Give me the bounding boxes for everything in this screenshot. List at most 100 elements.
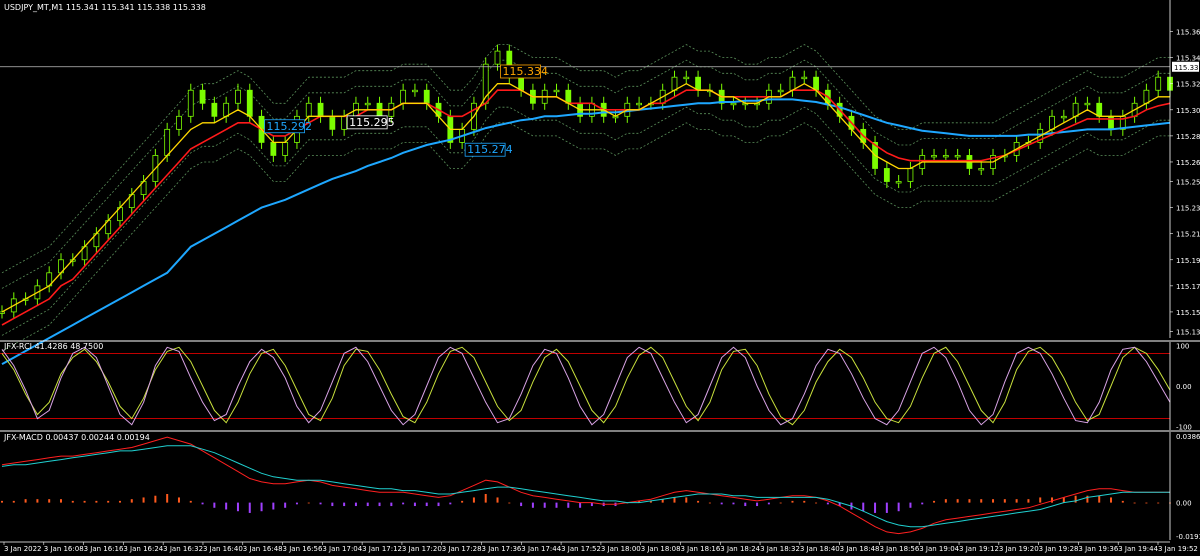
macd-histogram-bar — [673, 497, 676, 503]
macd-histogram-bar — [95, 500, 98, 503]
price-tick-label: 115.230 — [1176, 205, 1200, 213]
price-tag-label: 115.274 — [467, 143, 513, 156]
macd-histogram-bar — [708, 502, 711, 504]
macd-histogram-bar — [284, 502, 287, 508]
price-tick-label: 115.170 — [1176, 283, 1200, 291]
macd-histogram-bar — [213, 502, 216, 508]
macd-histogram-bar — [1062, 497, 1065, 503]
time-tick-label: 3 Jan 17:12 — [362, 545, 402, 553]
candle-body — [954, 155, 961, 158]
macd-histogram-bar — [732, 502, 735, 505]
candle-body — [636, 102, 642, 106]
candle-body — [246, 89, 253, 117]
macd-histogram-bar — [531, 502, 534, 508]
macd-histogram-bar — [909, 502, 912, 508]
candle-body — [235, 89, 241, 104]
candle-body — [813, 76, 819, 91]
macd-histogram-bar — [697, 500, 700, 503]
price-tag-label: 115.292 — [267, 120, 313, 133]
macd-histogram-bar — [567, 502, 570, 508]
macd-histogram-bar — [366, 502, 369, 507]
macd-histogram-bar — [1110, 497, 1113, 503]
rci-tick-label: 0.00 — [1176, 383, 1192, 391]
macd-histogram-bar — [803, 500, 806, 503]
macd-tick-label: 0.00 — [1176, 500, 1192, 508]
time-tick-label: 3 Jan 2022 — [4, 545, 42, 553]
macd-histogram-bar — [319, 502, 322, 505]
macd-histogram-bar — [968, 499, 971, 503]
macd-histogram-bar — [166, 493, 169, 503]
macd-histogram-bar — [48, 499, 51, 503]
macd-histogram-bar — [862, 502, 865, 512]
macd-histogram-bar — [496, 497, 499, 503]
candle-body — [883, 168, 890, 182]
candle-body — [270, 141, 277, 156]
macd-histogram-bar — [1145, 502, 1148, 504]
candle-body — [1096, 102, 1103, 117]
macd-histogram-bar — [343, 502, 346, 507]
macd-histogram-bar — [484, 493, 487, 503]
price-tick-label: 115.150 — [1176, 309, 1200, 317]
macd-histogram-bar — [508, 502, 511, 504]
candle-body — [565, 89, 572, 104]
time-tick-label: 3 Jan 16:16 — [84, 545, 124, 553]
candle-body — [730, 102, 737, 106]
time-tick-label: 3 Jan 19:36 — [1078, 545, 1118, 553]
candle-body — [553, 89, 560, 93]
time-tick-label: 3 Jan 17:52 — [561, 545, 601, 553]
time-tick-label: 3 Jan 18:56 — [879, 545, 919, 553]
macd-histogram-bar — [331, 502, 334, 507]
macd-histogram-bar — [354, 502, 357, 507]
time-tick-label: 3 Jan 19:20 — [999, 545, 1039, 553]
time-tick-label: 3 Jan 17:44 — [521, 545, 561, 553]
macd-histogram-bar — [815, 502, 818, 504]
macd-histogram-bar — [897, 502, 900, 512]
price-tick-label: 115.285 — [1176, 133, 1200, 141]
time-tick-label: 3 Jan 16:32 — [163, 545, 203, 553]
time-tick-label: 3 Jan 18:40 — [800, 545, 840, 553]
time-tick-label: 3 Jan 16:24 — [123, 545, 163, 553]
rci-title: JFX-RCI 41.4286 48.7500 — [3, 342, 103, 351]
candle-body — [164, 128, 171, 156]
price-tick-label: 115.325 — [1176, 81, 1200, 89]
candle-body — [1072, 102, 1079, 117]
candle-body — [683, 76, 690, 80]
candle-body — [412, 89, 418, 93]
macd-histogram-bar — [826, 502, 829, 505]
candle-body — [942, 155, 949, 158]
macd-histogram-bar — [413, 502, 416, 507]
macd-histogram-bar — [980, 499, 983, 503]
time-tick-label: 3 Jan 16:56 — [283, 545, 323, 553]
macd-histogram-bar — [1157, 502, 1160, 504]
candle-body — [671, 76, 678, 91]
current-price-label: 115.338 — [1174, 64, 1200, 72]
macd-histogram-bar — [1051, 497, 1054, 503]
candle-body — [305, 102, 312, 117]
macd-histogram-bar — [83, 500, 86, 503]
macd-histogram-bar — [24, 499, 27, 503]
macd-histogram-bar — [720, 502, 723, 505]
price-tag-label: 115.295 — [349, 116, 395, 129]
price-tick-label: 115.345 — [1176, 55, 1200, 63]
candle-body — [423, 89, 430, 104]
time-tick-label: 3 Jan 18:08 — [641, 545, 681, 553]
candle-body — [1060, 115, 1067, 119]
macd-histogram-bar — [1133, 502, 1136, 504]
time-tick-label: 3 Jan 18:24 — [720, 545, 760, 553]
macd-histogram-bar — [107, 500, 110, 503]
time-tick-label: 3 Jan 19:12 — [959, 545, 999, 553]
symbol-info: USDJPY_MT,M1 115.341 115.341 115.338 115… — [4, 3, 206, 12]
time-tick-label: 3 Jan 17:04 — [322, 545, 362, 553]
macd-histogram-bar — [36, 499, 39, 503]
macd-histogram-bar — [1121, 500, 1124, 503]
candle-body — [777, 89, 784, 93]
macd-histogram-bar — [1003, 499, 1006, 503]
time-tick-label: 3 Jan 17:36 — [482, 545, 522, 553]
candle-body — [199, 89, 206, 104]
candle-body — [223, 102, 230, 117]
price-tick-label: 115.210 — [1176, 231, 1200, 239]
macd-histogram-bar — [402, 502, 405, 505]
candle-body — [1155, 76, 1162, 91]
macd-histogram-bar — [921, 502, 924, 505]
macd-histogram-bar — [1098, 495, 1101, 503]
